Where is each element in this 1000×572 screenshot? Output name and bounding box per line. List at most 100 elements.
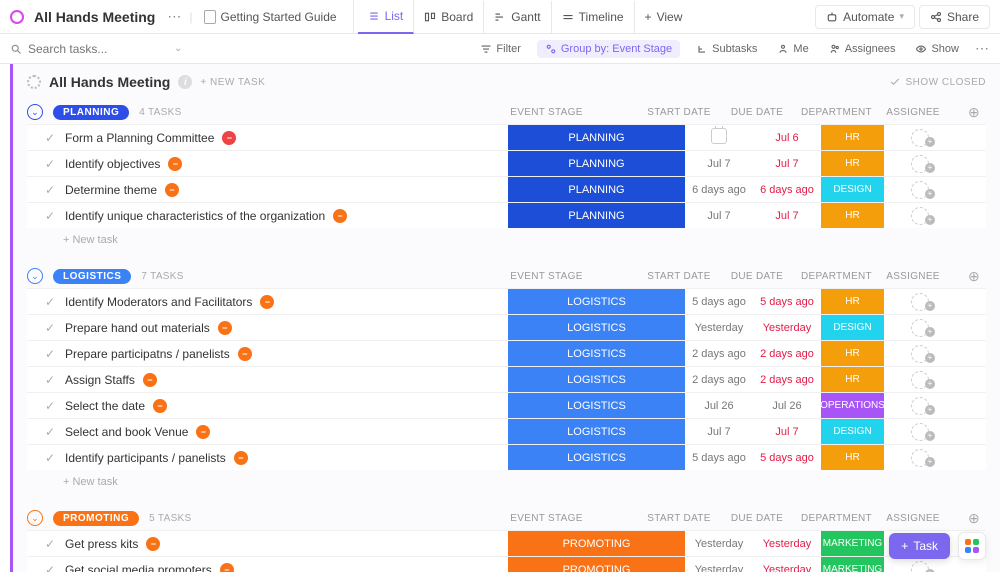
due-date-cell[interactable]: 6 days ago xyxy=(753,184,821,196)
automate-button[interactable]: Automate ▾ xyxy=(815,5,915,29)
group-by-button[interactable]: Group by: Event Stage xyxy=(537,40,680,58)
due-date-cell[interactable]: 2 days ago xyxy=(753,348,821,360)
task-row[interactable]: ✓ Prepare participatns / panelists − LOG… xyxy=(27,340,986,366)
task-row[interactable]: ✓ Get social media promoters − PROMOTING… xyxy=(27,556,986,572)
stage-cell[interactable]: PLANNING xyxy=(508,177,685,202)
priority-tag-icon[interactable]: − xyxy=(238,347,252,361)
calendar-icon[interactable] xyxy=(711,128,727,144)
task-checkbox[interactable]: ✓ xyxy=(37,399,63,413)
group-collapse-toggle[interactable]: ⌄ xyxy=(27,104,43,120)
task-row[interactable]: ✓ Identify unique characteristics of the… xyxy=(27,202,986,228)
subtasks-button[interactable]: Subtasks xyxy=(692,41,761,57)
assignee-cell[interactable]: + xyxy=(884,129,962,147)
task-checkbox[interactable]: ✓ xyxy=(37,295,63,309)
start-date-cell[interactable]: Jul 7 xyxy=(685,158,753,170)
assignee-cell[interactable]: + xyxy=(884,293,962,311)
apps-button[interactable] xyxy=(958,532,986,560)
due-date-cell[interactable]: 2 days ago xyxy=(753,374,821,386)
priority-tag-icon[interactable]: − xyxy=(196,425,210,439)
department-cell[interactable]: MARKETING xyxy=(821,531,884,556)
assignee-cell[interactable]: + xyxy=(884,155,962,173)
department-cell[interactable]: HR xyxy=(821,367,884,392)
start-date-cell[interactable]: Jul 7 xyxy=(685,210,753,222)
start-date-cell[interactable]: 6 days ago xyxy=(685,184,753,196)
start-date-cell[interactable]: 5 days ago xyxy=(685,296,753,308)
stage-cell[interactable]: LOGISTICS xyxy=(508,341,685,366)
task-checkbox[interactable]: ✓ xyxy=(37,373,63,387)
search-box[interactable]: ⌄ xyxy=(10,42,182,56)
task-checkbox[interactable]: ✓ xyxy=(37,131,63,145)
task-name[interactable]: Identify participants / panelists − xyxy=(63,451,508,465)
show-closed-toggle[interactable]: SHOW CLOSED xyxy=(889,76,986,88)
department-cell[interactable]: DESIGN xyxy=(821,419,884,444)
doc-link[interactable]: Getting Started Guide xyxy=(196,7,344,27)
group-badge[interactable]: PLANNING xyxy=(53,105,129,120)
task-name[interactable]: Determine theme − xyxy=(63,183,508,197)
assignee-cell[interactable]: + xyxy=(884,561,962,572)
due-date-cell[interactable]: 5 days ago xyxy=(753,452,821,464)
more-menu[interactable]: ⋯ xyxy=(163,8,185,25)
due-date-cell[interactable]: Jul 26 xyxy=(753,400,821,412)
priority-tag-icon[interactable]: − xyxy=(168,157,182,171)
stage-cell[interactable]: PLANNING xyxy=(508,203,685,228)
due-date-cell[interactable]: Jul 7 xyxy=(753,210,821,222)
assignee-cell[interactable]: + xyxy=(884,449,962,467)
show-button[interactable]: Show xyxy=(911,41,963,57)
department-cell[interactable]: HR xyxy=(821,125,884,150)
task-name[interactable]: Identify objectives − xyxy=(63,157,508,171)
department-cell[interactable]: MARKETING xyxy=(821,557,884,572)
view-tab-list[interactable]: List xyxy=(358,0,415,34)
new-task-row[interactable]: + New task xyxy=(27,470,986,488)
task-row[interactable]: ✓ Select and book Venue − LOGISTICS Jul … xyxy=(27,418,986,444)
due-date-cell[interactable]: Yesterday xyxy=(753,538,821,550)
task-name[interactable]: Identify unique characteristics of the o… xyxy=(63,209,508,223)
task-row[interactable]: ✓ Form a Planning Committee − PLANNING J… xyxy=(27,124,986,150)
priority-tag-icon[interactable]: − xyxy=(218,321,232,335)
due-date-cell[interactable]: Jul 6 xyxy=(753,132,821,144)
task-name[interactable]: Form a Planning Committee − xyxy=(63,131,508,145)
new-task-fab[interactable]: + Task xyxy=(889,533,950,559)
priority-tag-icon[interactable]: − xyxy=(146,537,160,551)
stage-cell[interactable]: PROMOTING xyxy=(508,531,685,556)
stage-cell[interactable]: PLANNING xyxy=(508,151,685,176)
task-checkbox[interactable]: ✓ xyxy=(37,563,63,572)
filter-button[interactable]: Filter xyxy=(476,41,524,57)
task-checkbox[interactable]: ✓ xyxy=(37,537,63,551)
assignee-cell[interactable]: + xyxy=(884,181,962,199)
start-date-cell[interactable]: Yesterday xyxy=(685,564,753,572)
start-date-cell[interactable]: Yesterday xyxy=(685,322,753,334)
department-cell[interactable]: HR xyxy=(821,203,884,228)
start-date-cell[interactable]: 5 days ago xyxy=(685,452,753,464)
assignee-cell[interactable]: + xyxy=(884,207,962,225)
new-task-link[interactable]: + NEW TASK xyxy=(200,77,265,88)
department-cell[interactable]: DESIGN xyxy=(821,315,884,340)
priority-tag-icon[interactable]: − xyxy=(260,295,274,309)
view-tab-board[interactable]: Board xyxy=(414,1,484,33)
stage-cell[interactable]: PLANNING xyxy=(508,125,685,150)
task-name[interactable]: Get press kits − xyxy=(63,537,508,551)
search-input[interactable] xyxy=(28,42,128,56)
priority-tag-icon[interactable]: − xyxy=(234,451,248,465)
task-name[interactable]: Prepare participatns / panelists − xyxy=(63,347,508,361)
task-checkbox[interactable]: ✓ xyxy=(37,321,63,335)
new-task-row[interactable]: + New task xyxy=(27,228,986,246)
stage-cell[interactable]: LOGISTICS xyxy=(508,445,685,470)
chevron-down-icon[interactable]: ⌄ xyxy=(174,43,182,54)
task-checkbox[interactable]: ✓ xyxy=(37,209,63,223)
start-date-cell[interactable]: 2 days ago xyxy=(685,374,753,386)
task-row[interactable]: ✓ Identify objectives − PLANNING Jul 7 J… xyxy=(27,150,986,176)
view-tab-timeline[interactable]: Timeline xyxy=(552,1,635,33)
group-collapse-toggle[interactable]: ⌄ xyxy=(27,510,43,526)
start-date-cell[interactable]: Jul 7 xyxy=(685,426,753,438)
more-options[interactable]: ⋯ xyxy=(975,40,990,57)
assignee-cell[interactable]: + xyxy=(884,423,962,441)
task-checkbox[interactable]: ✓ xyxy=(37,157,63,171)
view-tab-gantt[interactable]: Gantt xyxy=(484,1,551,33)
task-name[interactable]: Get social media promoters − xyxy=(63,563,508,572)
department-cell[interactable]: DESIGN xyxy=(821,177,884,202)
add-view-button[interactable]: + View xyxy=(635,1,693,33)
task-checkbox[interactable]: ✓ xyxy=(37,425,63,439)
start-date-cell[interactable]: Jul 26 xyxy=(685,400,753,412)
start-date-cell[interactable]: 2 days ago xyxy=(685,348,753,360)
due-date-cell[interactable]: 5 days ago xyxy=(753,296,821,308)
